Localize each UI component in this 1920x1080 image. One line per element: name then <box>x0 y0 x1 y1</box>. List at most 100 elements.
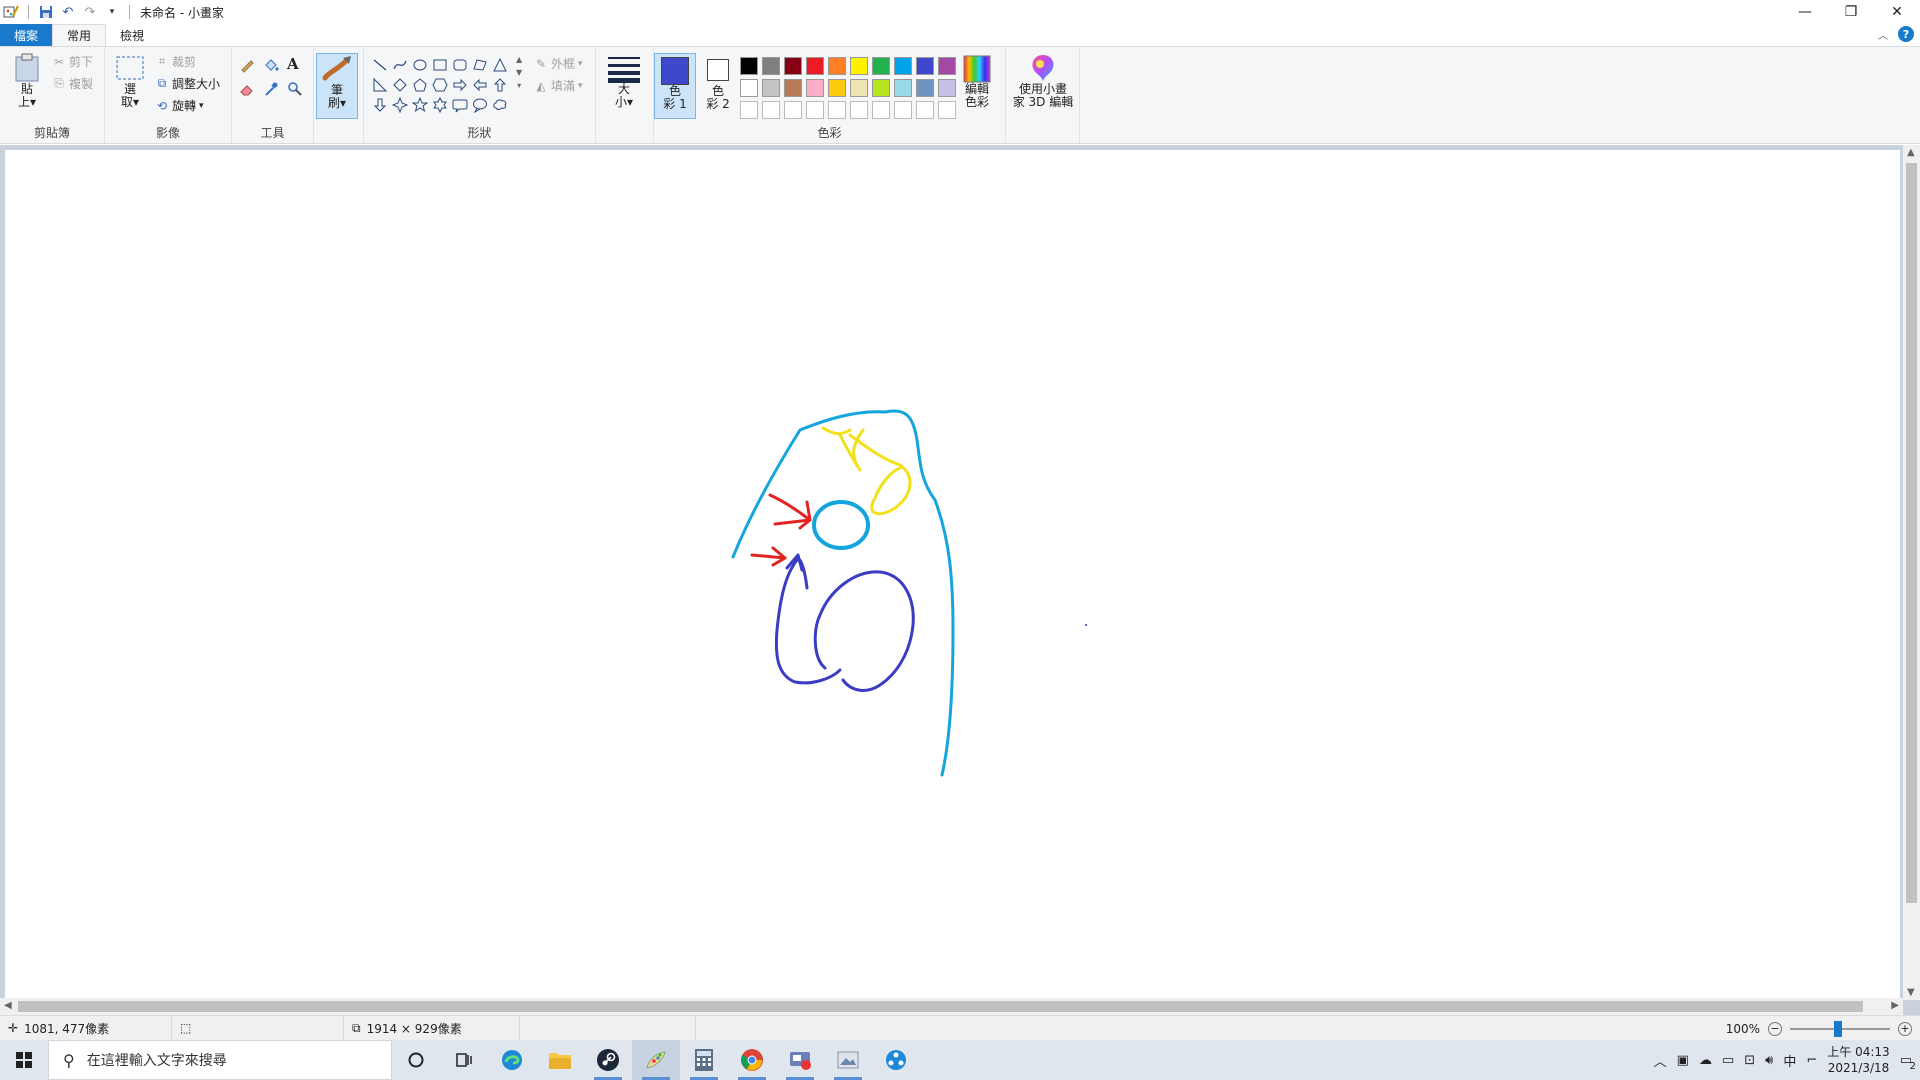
palette-color-swatch[interactable] <box>850 79 868 97</box>
outline-button[interactable]: ✎ 外框 ▾ <box>534 55 583 72</box>
pencil-tool[interactable] <box>239 57 255 73</box>
customize-qat-icon[interactable]: ▾ <box>103 3 121 21</box>
palette-color-swatch[interactable] <box>916 57 934 75</box>
collapse-ribbon-icon[interactable]: ︿ <box>1878 27 1888 42</box>
custom-color-slot[interactable] <box>872 101 890 119</box>
palette-color-swatch[interactable] <box>872 79 890 97</box>
minimize-button[interactable]: — <box>1782 0 1828 24</box>
palette-color-swatch[interactable] <box>784 79 802 97</box>
shape-hexagon-icon[interactable] <box>430 75 450 95</box>
horizontal-scroll-thumb[interactable] <box>18 1001 1863 1012</box>
palette-color-swatch[interactable] <box>872 57 890 75</box>
shape-down-arrow-icon[interactable] <box>370 95 390 115</box>
resize-button[interactable]: ⧉ 調整大小 <box>155 75 220 92</box>
color1-button[interactable]: 色 彩 1 <box>654 53 696 119</box>
palette-color-swatch[interactable] <box>740 79 758 97</box>
custom-color-slot[interactable] <box>806 101 824 119</box>
custom-color-slot[interactable] <box>784 101 802 119</box>
shape-polygon-icon[interactable] <box>470 55 490 75</box>
palette-color-swatch[interactable] <box>762 79 780 97</box>
custom-color-slot[interactable] <box>762 101 780 119</box>
custom-color-slot[interactable] <box>850 101 868 119</box>
palette-color-swatch[interactable] <box>806 79 824 97</box>
shape-line-icon[interactable] <box>370 55 390 75</box>
color2-button[interactable]: 色 彩 2 <box>698 53 738 119</box>
shape-diamond-icon[interactable] <box>390 75 410 95</box>
chrome-icon[interactable] <box>728 1040 776 1080</box>
shape-curve-icon[interactable] <box>390 55 410 75</box>
palette-color-swatch[interactable] <box>916 79 934 97</box>
zoom-out-button[interactable]: − <box>1768 1021 1782 1036</box>
tab-home[interactable]: 常用 <box>52 24 107 46</box>
vertical-scrollbar[interactable]: ▲ ▼ <box>1903 145 1920 1000</box>
shape-six-point-star-icon[interactable] <box>430 95 450 115</box>
paste-button[interactable]: 貼 上▾ <box>10 53 44 109</box>
horizontal-scrollbar[interactable]: ◀ ▶ <box>0 998 1903 1015</box>
shape-four-point-star-icon[interactable] <box>390 95 410 115</box>
ime-mode-icon[interactable]: ⌐ <box>1806 1053 1817 1068</box>
shape-left-arrow-icon[interactable] <box>470 75 490 95</box>
shape-right-triangle-icon[interactable] <box>370 75 390 95</box>
custom-color-slot[interactable] <box>938 101 956 119</box>
shape-pentagon-icon[interactable] <box>410 75 430 95</box>
undo-icon[interactable]: ↶ <box>59 3 77 21</box>
edge-icon[interactable] <box>488 1040 536 1080</box>
shapes-scroll[interactable]: ▲ ▼ ▾ <box>516 55 522 90</box>
fill-button[interactable]: ◭ 填滿 ▾ <box>534 77 582 94</box>
zoom-slider[interactable] <box>1790 1020 1890 1037</box>
palette-color-swatch[interactable] <box>894 57 912 75</box>
shape-triangle-icon[interactable] <box>490 55 510 75</box>
select-button[interactable]: 選 取▾ <box>113 53 147 109</box>
brushes-button[interactable]: 筆 刷▾ <box>316 53 358 119</box>
scroll-up-arrow-icon[interactable]: ▲ <box>1907 147 1915 158</box>
task-view-icon[interactable] <box>440 1040 488 1080</box>
custom-color-slot[interactable] <box>828 101 846 119</box>
palette-color-swatch[interactable] <box>740 57 758 75</box>
fill-tool[interactable] <box>263 57 279 73</box>
eraser-tool[interactable] <box>239 81 255 97</box>
taskbar-search[interactable]: ⚲ 在這裡輸入文字來搜尋 <box>48 1040 392 1080</box>
clock[interactable]: 上午 04:13 2021/3/18 <box>1827 1044 1889 1076</box>
size-button[interactable]: 大 小▾ <box>604 55 644 109</box>
calculator-icon[interactable] <box>680 1040 728 1080</box>
zoom-in-button[interactable]: + <box>1898 1021 1912 1036</box>
network-icon[interactable]: ⊡ <box>1744 1053 1755 1068</box>
shape-five-point-star-icon[interactable] <box>410 95 430 115</box>
palette-color-swatch[interactable] <box>828 57 846 75</box>
steam-icon[interactable] <box>584 1040 632 1080</box>
palette-color-swatch[interactable] <box>762 57 780 75</box>
onedrive-icon[interactable]: ☁ <box>1699 1053 1712 1068</box>
shape-oval-icon[interactable] <box>410 55 430 75</box>
video-editor-icon[interactable] <box>776 1040 824 1080</box>
paint3d-button[interactable]: 使用小畫 家 3D 編輯 <box>1010 53 1076 109</box>
copy-button[interactable]: ⎘ 複製 <box>52 75 93 92</box>
close-button[interactable]: ✕ <box>1874 0 1920 24</box>
shape-oval-callout-icon[interactable] <box>470 95 490 115</box>
tab-file[interactable]: 檔案 <box>0 24 53 46</box>
shape-rectangle-icon[interactable] <box>430 55 450 75</box>
shape-cloud-callout-icon[interactable] <box>490 95 510 115</box>
scroll-down-arrow-icon[interactable]: ▼ <box>1907 987 1915 998</box>
battery-icon[interactable]: ▭ <box>1722 1053 1734 1068</box>
palette-color-swatch[interactable] <box>850 57 868 75</box>
paint-icon[interactable] <box>632 1040 680 1080</box>
custom-color-slot[interactable] <box>894 101 912 119</box>
cortana-icon[interactable] <box>392 1040 440 1080</box>
save-icon[interactable] <box>37 3 55 21</box>
ime-indicator[interactable]: 中 <box>1783 1051 1796 1070</box>
rotate-button[interactable]: ⟲ 旋轉 ▾ <box>155 97 204 114</box>
palette-color-swatch[interactable] <box>784 57 802 75</box>
paint-app-icon[interactable] <box>2 3 20 21</box>
restore-button[interactable]: ❐ <box>1828 0 1874 24</box>
edit-colors-button[interactable]: 編輯 色彩 <box>958 55 996 109</box>
palette-color-swatch[interactable] <box>938 79 956 97</box>
shape-right-arrow-icon[interactable] <box>450 75 470 95</box>
shape-rounded-callout-icon[interactable] <box>450 95 470 115</box>
palette-color-swatch[interactable] <box>828 79 846 97</box>
photos-icon[interactable] <box>824 1040 872 1080</box>
drawing-canvas[interactable] <box>5 150 1900 1000</box>
palette-color-swatch[interactable] <box>894 79 912 97</box>
notification-center-icon[interactable]: ▭ 2 <box>1900 1053 1916 1072</box>
network-app-icon[interactable] <box>872 1040 920 1080</box>
text-tool[interactable]: A <box>287 55 299 73</box>
